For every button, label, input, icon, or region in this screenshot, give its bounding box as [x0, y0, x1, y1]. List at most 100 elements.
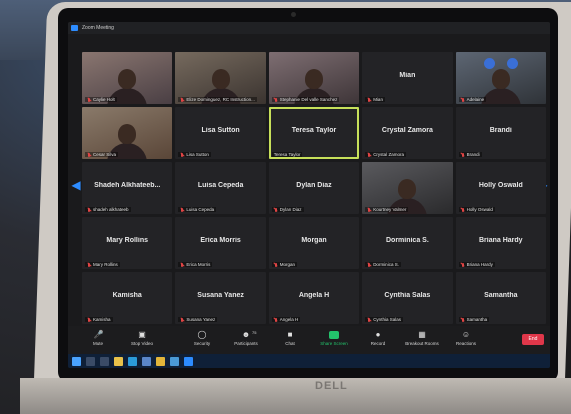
- participant-tile[interactable]: Cesar Silva: [82, 107, 173, 159]
- record-label: Record: [370, 341, 386, 346]
- participant-label-text: Adelaine: [466, 97, 485, 102]
- shield-icon: ◯: [197, 330, 207, 339]
- participant-tile[interactable]: Stephanie Del valle Sanchez: [268, 52, 360, 104]
- muted-mic-icon: [87, 97, 91, 102]
- edge-browser-icon[interactable]: [128, 356, 137, 366]
- participant-tile[interactable]: Dorminica S. Dorminica S.: [362, 217, 453, 269]
- participant-tile[interactable]: Teresa Taylor Teresa Taylor: [268, 107, 360, 159]
- participant-label: Erica Morris: [178, 262, 213, 267]
- store-icon[interactable]: [142, 356, 151, 366]
- participant-tile[interactable]: Crystal Zamora Crystal Zamora: [362, 107, 453, 159]
- reactions-button[interactable]: ☺ Reactions: [444, 326, 488, 354]
- participant-tile[interactable]: Kamisha Kamisha: [82, 272, 173, 324]
- security-label: Security: [193, 341, 211, 346]
- participant-label: Kamisha: [85, 317, 113, 322]
- file-explorer-icon[interactable]: [114, 356, 123, 366]
- participant-tile[interactable]: Erica Morris Erica Morris: [175, 217, 266, 269]
- participant-tile[interactable]: Caylie Holt: [82, 52, 173, 104]
- muted-mic-icon: [461, 207, 465, 212]
- microphone-icon: 🎤: [93, 330, 104, 339]
- participant-label-text: Kamisha: [93, 317, 111, 322]
- task-view-icon[interactable]: [100, 356, 109, 366]
- participant-tile[interactable]: Holly Oswald Holly Oswald: [455, 162, 546, 214]
- participant-tile[interactable]: Angela H Angela H: [268, 272, 360, 324]
- window-titlebar: Zoom Meeting: [68, 22, 550, 34]
- end-button[interactable]: End: [522, 334, 544, 345]
- participant-label-text: Stephanie Del valle Sanchez: [279, 97, 338, 102]
- participant-label-text: Angela H: [279, 317, 299, 322]
- muted-mic-icon: [461, 97, 465, 102]
- muted-mic-icon: [180, 152, 184, 157]
- share-screen-label: Share Screen: [320, 341, 348, 346]
- windows-start-icon[interactable]: [72, 356, 81, 366]
- participant-label: Cynthia Salas: [365, 317, 403, 322]
- muted-mic-icon: [461, 152, 465, 157]
- participant-tile[interactable]: Cynthia Salas Cynthia Salas: [362, 272, 453, 324]
- breakout-rooms-button[interactable]: ▦ Breakout Rooms: [400, 326, 444, 354]
- share-screen-button[interactable]: Share Screen: [312, 326, 356, 354]
- chrome-icon[interactable]: [156, 356, 165, 366]
- participant-label-text: Erica Morris: [186, 262, 211, 267]
- search-icon[interactable]: [86, 356, 95, 366]
- meeting-toolbar: 🎤 Mute ▣ Stop Video ◯ Security ☻ Partici…: [68, 326, 550, 354]
- participants-icon: ☻: [241, 330, 251, 339]
- participant-name: Cynthia Salas: [384, 291, 431, 299]
- participant-label-text: Morgan: [279, 262, 296, 267]
- reactions-label: Reactions: [455, 341, 476, 346]
- participant-label-text: Mary Rollins: [93, 262, 118, 267]
- participant-label-text: Dylan Diaz: [279, 207, 302, 212]
- participant-label: Samantha: [458, 317, 490, 322]
- participant-tile[interactable]: Morgan Morgan: [268, 217, 360, 269]
- participant-label-text: Luisa Cepeda: [186, 207, 215, 212]
- stop-video-button[interactable]: ▣ Stop Video: [120, 326, 164, 354]
- security-button[interactable]: ◯ Security: [180, 326, 224, 354]
- participant-label-text: Briana Hardy: [466, 262, 493, 267]
- mouse-ears-headband: [483, 58, 518, 70]
- participant-label: Kourtney Valmer: [365, 207, 409, 212]
- participant-tile[interactable]: Adelaine: [455, 52, 546, 104]
- participant-tile[interactable]: Mary Rollins Mary Rollins: [82, 217, 173, 269]
- participant-label-text: Lisa Sutton: [186, 152, 209, 157]
- participant-tile[interactable]: Susana Yanez Susana Yanez: [175, 272, 266, 324]
- video-camera-icon: ▣: [138, 330, 146, 339]
- participant-name: Crystal Zamora: [381, 126, 433, 134]
- participants-button[interactable]: ☻ Participants 75: [224, 326, 268, 354]
- participant-label: Elize Dominguez, RC Instruction...: [178, 97, 257, 102]
- chat-icon: ■: [287, 330, 293, 339]
- photos-icon[interactable]: [170, 356, 179, 366]
- participant-name: Brandi: [489, 126, 512, 134]
- participant-name: Susana Yanez: [197, 291, 244, 299]
- participant-tile[interactable]: Dylan Diaz Dylan Diaz: [268, 162, 360, 214]
- participant-tile[interactable]: Kourtney Valmer: [362, 162, 453, 214]
- participant-tile[interactable]: Briana Hardy Briana Hardy: [455, 217, 546, 269]
- participant-label: Mary Rollins: [85, 262, 120, 267]
- participant-name: Teresa Taylor: [291, 126, 337, 134]
- dell-logo: DELL: [315, 380, 348, 392]
- mute-button[interactable]: 🎤 Mute: [76, 326, 120, 354]
- participant-name: Dylan Diaz: [296, 181, 332, 189]
- muted-mic-icon: [180, 97, 184, 102]
- participant-tile[interactable]: Shadeh Alkhateeb... shadeh alkhateeb: [82, 162, 173, 214]
- participant-tile[interactable]: Elize Dominguez, RC Instruction...: [175, 52, 266, 104]
- participant-label-text: Holly Oswald: [466, 207, 493, 212]
- zoom-taskbar-icon[interactable]: [184, 356, 193, 366]
- laptop-base: [20, 378, 571, 414]
- muted-mic-icon: [87, 207, 91, 212]
- participant-name: Luisa Cepeda: [197, 181, 244, 189]
- chat-button[interactable]: ■ Chat: [268, 326, 312, 354]
- participant-label: Morgan: [271, 262, 298, 267]
- participant-tile[interactable]: Brandi Brandi: [455, 107, 546, 159]
- muted-mic-icon: [180, 207, 184, 212]
- muted-mic-icon: [180, 317, 184, 322]
- participant-label-text: Brandi: [466, 152, 480, 157]
- mute-label: Mute: [92, 341, 103, 346]
- record-button[interactable]: ● Record: [356, 326, 400, 354]
- participant-tile[interactable]: Samantha Samantha: [455, 272, 546, 324]
- participant-tile[interactable]: Luisa Cepeda Luisa Cepeda: [175, 162, 266, 214]
- participant-name: Dorminica S.: [385, 236, 429, 244]
- breakout-rooms-label: Breakout Rooms: [405, 341, 439, 346]
- participant-tile[interactable]: Mian Mian: [362, 52, 453, 104]
- participants-count: 75: [252, 330, 257, 335]
- chevron-left-icon[interactable]: ◀: [71, 178, 81, 192]
- participant-tile[interactable]: Lisa Sutton Lisa Sutton: [175, 107, 266, 159]
